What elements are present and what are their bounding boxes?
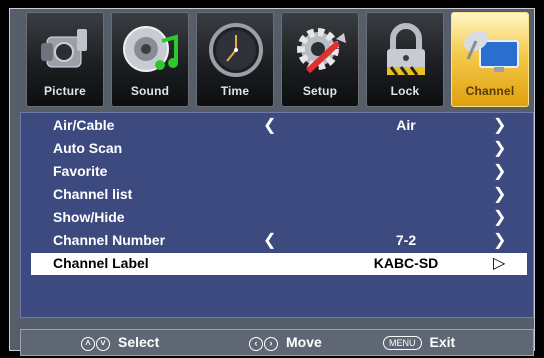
menu-key-icon: MENU	[383, 336, 422, 350]
menu-row-show-hide[interactable]: Show/Hide ❯	[31, 207, 527, 229]
tab-label: Picture	[43, 84, 87, 98]
right-key-icon: ›	[264, 337, 278, 351]
row-label: Favorite	[53, 163, 108, 179]
gear-wrench-icon	[297, 28, 346, 74]
tab-label: Lock	[390, 84, 420, 98]
right-arrow-icon[interactable]: ❯	[493, 138, 506, 158]
padlock-icon	[387, 23, 425, 76]
right-arrow-icon[interactable]: ❯	[493, 115, 506, 135]
left-arrow-icon[interactable]: ❮	[263, 115, 276, 135]
satellite-dish-monitor-icon	[463, 30, 519, 72]
tab-channel[interactable]: Channel	[451, 12, 529, 107]
tab-label: Setup	[302, 84, 338, 98]
row-label: Channel Label	[53, 255, 149, 271]
menu-row-channel-list[interactable]: Channel list ❯	[31, 184, 527, 206]
tab-time[interactable]: Time	[196, 12, 274, 107]
speaker-music-icon	[123, 26, 178, 72]
help-bar: ˄ ˅ Select ‹ › Move MENU Exit	[20, 329, 534, 356]
row-value: 7-2	[395, 232, 417, 248]
camcorder-icon	[41, 29, 87, 68]
right-arrow-icon[interactable]: ▷	[493, 253, 505, 273]
row-label: Channel list	[53, 186, 133, 202]
row-label: Show/Hide	[53, 209, 125, 225]
menu-row-favorite[interactable]: Favorite ❯	[31, 161, 527, 183]
right-arrow-icon[interactable]: ❯	[493, 161, 506, 181]
tab-sound[interactable]: Sound	[111, 12, 189, 107]
right-arrow-icon[interactable]: ❯	[493, 207, 506, 227]
left-key-icon: ‹	[249, 337, 263, 351]
clock-icon	[209, 23, 263, 77]
tab-label: Sound	[130, 84, 170, 98]
down-key-icon: ˅	[96, 337, 110, 351]
tab-picture[interactable]: Picture	[26, 12, 104, 107]
tab-lock[interactable]: Lock	[366, 12, 444, 107]
select-hint: ˄ ˅ Select	[81, 334, 159, 351]
menu-row-channel-number[interactable]: Channel Number ❮ 7-2 ❯	[31, 230, 527, 252]
tab-label: Channel	[465, 84, 515, 98]
row-value: KABC-SD	[373, 255, 439, 271]
row-label: Auto Scan	[53, 140, 123, 156]
move-label: Move	[286, 334, 322, 350]
menu-row-channel-label[interactable]: Channel Label KABC-SD ▷	[31, 253, 527, 275]
tab-setup[interactable]: Setup	[281, 12, 359, 107]
exit-label: Exit	[429, 334, 456, 350]
exit-hint: MENU Exit	[383, 334, 455, 350]
channel-settings-menu: Air/Cable ❮ Air ❯ Auto Scan ❯ Favorite ❯…	[20, 112, 534, 318]
right-arrow-icon[interactable]: ❯	[493, 230, 506, 250]
left-arrow-icon[interactable]: ❮	[263, 230, 276, 250]
up-key-icon: ˄	[81, 337, 95, 351]
row-label: Channel Number	[53, 232, 166, 248]
move-hint: ‹ › Move	[249, 334, 322, 351]
tab-label: Time	[220, 84, 250, 98]
menu-row-air-cable[interactable]: Air/Cable ❮ Air ❯	[31, 115, 527, 137]
right-arrow-icon[interactable]: ❯	[493, 184, 506, 204]
menu-row-auto-scan[interactable]: Auto Scan ❯	[31, 138, 527, 160]
row-value: Air	[396, 117, 416, 133]
select-label: Select	[118, 334, 160, 350]
category-tabs: Picture Sound Time Setup Lock Channel	[26, 12, 530, 107]
row-label: Air/Cable	[53, 117, 115, 133]
